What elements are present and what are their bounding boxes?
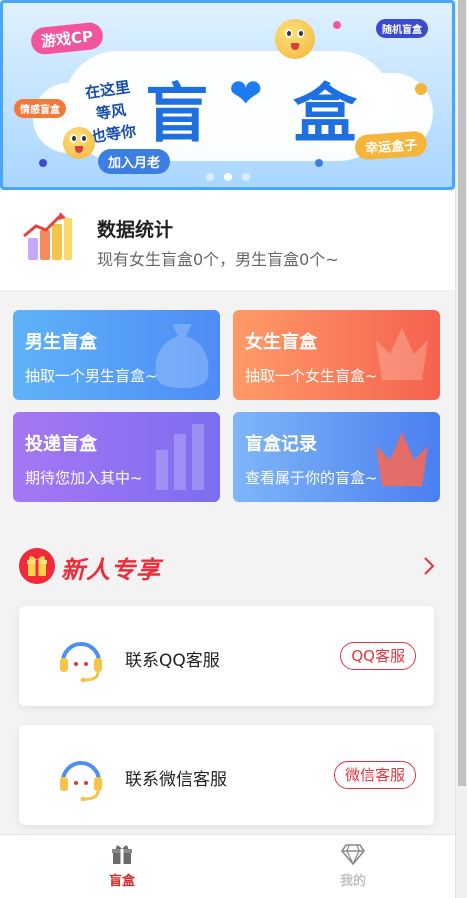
banner-tag-join: 加入月老 [98,149,171,174]
money-bag-icon [155,324,209,388]
carousel-dot[interactable] [241,173,250,181]
wechat-service-label: 联系微信客服 [125,770,227,790]
stats-subtitle: 现有女生盲盒0个，男生盲盒0个~ [97,250,339,269]
tab-blind-box-label: 盲盒 [108,874,135,889]
vertical-scrollbar[interactable] [455,0,467,898]
qq-service-button[interactable]: QQ客服 [340,642,416,670]
box-record-title: 盲盒记录 [245,434,317,455]
decor-dot [333,21,341,29]
deliver-box-title: 投递盲盒 [25,434,97,455]
chevron-right-icon[interactable] [419,554,439,578]
smiley-icon [63,127,95,159]
diamond-icon [341,844,365,865]
banner-tag-random: 随机盲盒 [376,19,428,38]
new-user-section[interactable]: 新人专享 [19,544,439,588]
tab-blind-box[interactable]: 盲盒 [82,843,162,889]
box-record-card[interactable]: 盲盒记录 查看属于你的盲盒~ [233,412,440,502]
app-page: 游戏CP 随机盲盒 情感盲盒 在这里 等风 也等你 盲 ❤ 盒 加入月老 幸运盒… [0,0,455,898]
girl-box-subtitle: 抽取一个女生盲盒~ [245,367,378,385]
heart-icon: ❤ [229,71,263,117]
qq-service-label: 联系QQ客服 [125,651,220,671]
girl-box-title: 女生盲盒 [245,332,317,353]
box-record-subtitle: 查看属于你的盲盒~ [245,469,378,487]
headset-icon [60,642,102,682]
promo-banner-carousel[interactable]: 游戏CP 随机盲盒 情感盲盒 在这里 等风 也等你 盲 ❤ 盒 加入月老 幸运盒… [0,0,455,190]
decor-dot [415,83,427,95]
tab-mine-label: 我的 [339,874,366,889]
wechat-service-card[interactable]: 联系微信客服 微信客服 [19,725,434,825]
carousel-indicator[interactable] [3,173,452,181]
carousel-dot[interactable] [205,173,214,181]
bottom-tab-bar: 盲盒 我的 [0,834,455,898]
stats-panel: 数据统计 现有女生盲盒0个，男生盲盒0个~ [0,190,455,290]
smiley-icon [275,19,315,59]
qq-service-card[interactable]: 联系QQ客服 QQ客服 [19,606,434,706]
deliver-box-subtitle: 期待您加入其中~ [25,469,143,487]
girl-box-card[interactable]: 女生盲盒 抽取一个女生盲盒~ [233,310,440,400]
banner-handwriting-2: 等风 [94,100,128,123]
headset-icon [60,761,102,801]
banner-tag-lucky: 幸运盒子 [354,130,428,161]
crown-icon [376,328,428,380]
deliver-box-card[interactable]: 投递盲盒 期待您加入其中~ [13,412,220,502]
carousel-dot-active[interactable] [223,173,232,181]
banner-tag-game-cp: 游戏CP [29,21,105,56]
banner-title-right: 盒 [293,77,357,152]
gift-icon [19,548,55,584]
banner-title-left: 盲 [145,77,209,152]
new-user-title: 新人专享 [61,556,161,584]
boy-box-title: 男生盲盒 [25,332,97,353]
bars-icon [156,424,204,490]
stats-title: 数据统计 [97,219,174,241]
scrollbar-thumb[interactable] [458,0,466,786]
boy-box-card[interactable]: 男生盲盒 抽取一个男生盲盒~ [13,310,220,400]
wechat-service-button[interactable]: 微信客服 [333,761,416,789]
decor-dot [39,159,47,167]
gift-icon [112,845,132,864]
banner-tag-emotion: 情感盲盒 [14,99,66,118]
tab-mine[interactable]: 我的 [313,843,393,889]
boy-box-subtitle: 抽取一个男生盲盒~ [25,367,158,385]
decor-dot [315,159,323,167]
bar-chart-icon [23,212,72,260]
crown-icon [376,432,428,486]
